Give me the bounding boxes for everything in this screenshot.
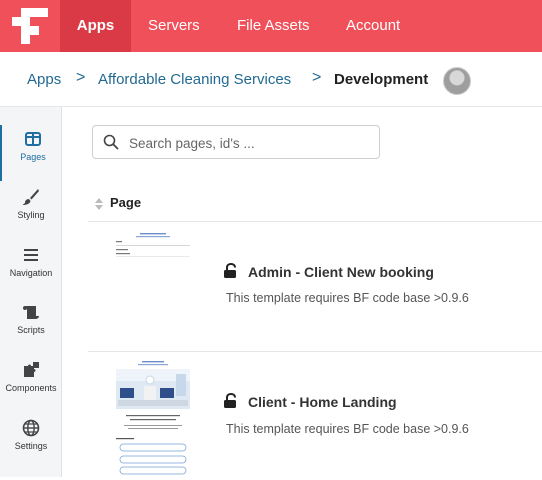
breadcrumb-separator: > — [76, 69, 86, 86]
sidebar-item-components[interactable]: Components — [0, 356, 62, 412]
sidebar-item-label: Scripts — [17, 325, 45, 335]
sidebar-item-pages[interactable]: Pages — [0, 125, 62, 181]
page-subtitle: This template requires BF code base >0.9… — [226, 422, 469, 436]
page-title[interactable]: Admin - Client New booking — [248, 264, 434, 280]
breadcrumb-current: Development — [334, 71, 429, 88]
nav-servers[interactable]: Servers — [148, 0, 200, 52]
sidebar-item-label: Components — [5, 383, 57, 393]
page-thumbnail[interactable] — [114, 232, 192, 264]
sidebar-item-styling[interactable]: Styling — [0, 183, 62, 239]
breadcrumb-app-name[interactable]: Affordable Cleaning Services — [98, 71, 291, 88]
column-header-page[interactable]: Page — [110, 195, 141, 210]
sidebar-item-label: Styling — [17, 210, 45, 220]
nav-account[interactable]: Account — [346, 0, 400, 52]
search-icon — [103, 134, 119, 150]
pages-icon — [23, 129, 43, 149]
sidebar-item-settings[interactable]: Settings — [0, 414, 62, 470]
breadcrumb-separator: > — [312, 69, 322, 86]
page-subtitle: This template requires BF code base >0.9… — [226, 291, 469, 305]
avatar[interactable] — [443, 67, 471, 95]
nav-apps[interactable]: Apps — [60, 0, 131, 52]
brush-icon — [21, 187, 41, 207]
sidebar-item-label: Settings — [14, 441, 48, 451]
page-title[interactable]: Client - Home Landing — [248, 394, 397, 410]
lock-icon — [224, 393, 236, 408]
divider — [88, 221, 542, 222]
sidebar-item-scripts[interactable]: Scripts — [0, 298, 62, 354]
app-logo[interactable] — [0, 0, 60, 52]
grid-logo-icon — [12, 8, 48, 44]
sidebar-item-navigation[interactable]: Navigation — [0, 241, 62, 297]
divider — [88, 351, 542, 352]
scroll-icon — [21, 302, 41, 322]
page-thumbnail[interactable] — [114, 360, 192, 475]
puzzle-icon — [21, 360, 41, 380]
sidebar-item-label: Navigation — [9, 268, 53, 278]
top-nav: Apps Servers File Assets Account — [0, 0, 542, 52]
lock-icon — [224, 263, 236, 278]
sidebar: Pages Styling Navigation Scripts Compone… — [0, 107, 62, 477]
sidebar-item-label: Pages — [20, 152, 46, 162]
search-input[interactable] — [129, 132, 369, 154]
sort-icon[interactable] — [94, 197, 104, 211]
menu-icon — [21, 245, 41, 265]
breadcrumb-apps[interactable]: Apps — [27, 71, 61, 88]
globe-icon — [21, 418, 41, 438]
nav-file-assets[interactable]: File Assets — [237, 0, 310, 52]
search-box — [92, 125, 380, 159]
